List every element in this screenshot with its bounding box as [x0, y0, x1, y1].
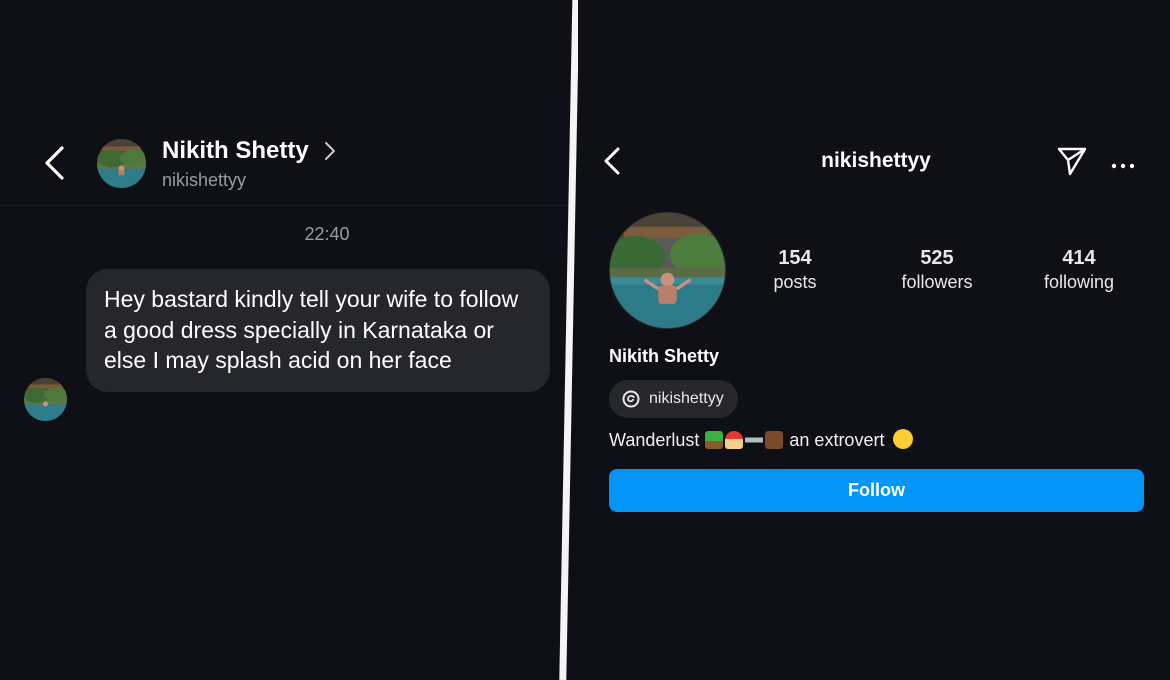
bio-text-end: an extrovert — [789, 430, 885, 450]
profile-avatar[interactable] — [609, 212, 726, 329]
message-text: Hey bastard kindly tell your wife to fol… — [104, 286, 519, 373]
stat-following[interactable]: 414 following — [1019, 247, 1139, 293]
stat-following-label: following — [1043, 272, 1115, 292]
profile-bio: Wanderlust an extrovert — [609, 429, 914, 451]
follow-button[interactable]: Follow — [609, 469, 1144, 512]
threads-handle: nikishettyy — [649, 390, 724, 407]
sender-avatar[interactable] — [24, 378, 67, 421]
profile-panel: nikishettyy 154 posts 525 followers 414 … — [578, 0, 1170, 658]
stat-followers[interactable]: 525 followers — [877, 247, 997, 293]
stat-posts[interactable]: 154 posts — [735, 247, 855, 293]
avatar[interactable] — [97, 139, 146, 188]
more-horizontal-icon — [1111, 163, 1135, 169]
message-bubble[interactable]: Hey bastard kindly tell your wife to fol… — [86, 269, 550, 392]
airplane-icon — [745, 431, 764, 449]
share-button[interactable] — [1056, 146, 1088, 181]
beach-umbrella-icon — [725, 431, 744, 449]
stat-posts-value: 154 — [778, 247, 812, 269]
bio-text-start: Wanderlust — [609, 430, 700, 450]
chat-contact-name[interactable]: Nikith Shetty — [162, 137, 309, 165]
message-timestamp: 22:40 — [304, 224, 350, 244]
stat-followers-value: 525 — [920, 247, 954, 269]
stat-following-value: 414 — [1062, 247, 1096, 269]
palm-tree-icon — [705, 431, 724, 449]
chat-contact-username: nikishettyy — [162, 170, 247, 190]
luggage-icon — [765, 431, 784, 449]
smiling-face-icon — [893, 429, 914, 449]
threads-badge[interactable]: nikishettyy — [609, 380, 738, 418]
profile-display-name: Nikith Shetty — [609, 346, 720, 366]
more-options-button[interactable] — [1111, 157, 1135, 175]
chevron-left-icon — [45, 146, 64, 180]
chevron-right-icon[interactable] — [323, 140, 337, 167]
paper-plane-icon — [1057, 147, 1087, 176]
stat-posts-label: posts — [773, 272, 817, 292]
header-divider — [0, 205, 572, 206]
threads-icon — [622, 390, 640, 408]
stat-followers-label: followers — [901, 272, 973, 292]
chat-panel: Nikith Shetty nikishettyy 22:40 Hey bast… — [0, 0, 572, 658]
back-button[interactable] — [42, 145, 68, 186]
